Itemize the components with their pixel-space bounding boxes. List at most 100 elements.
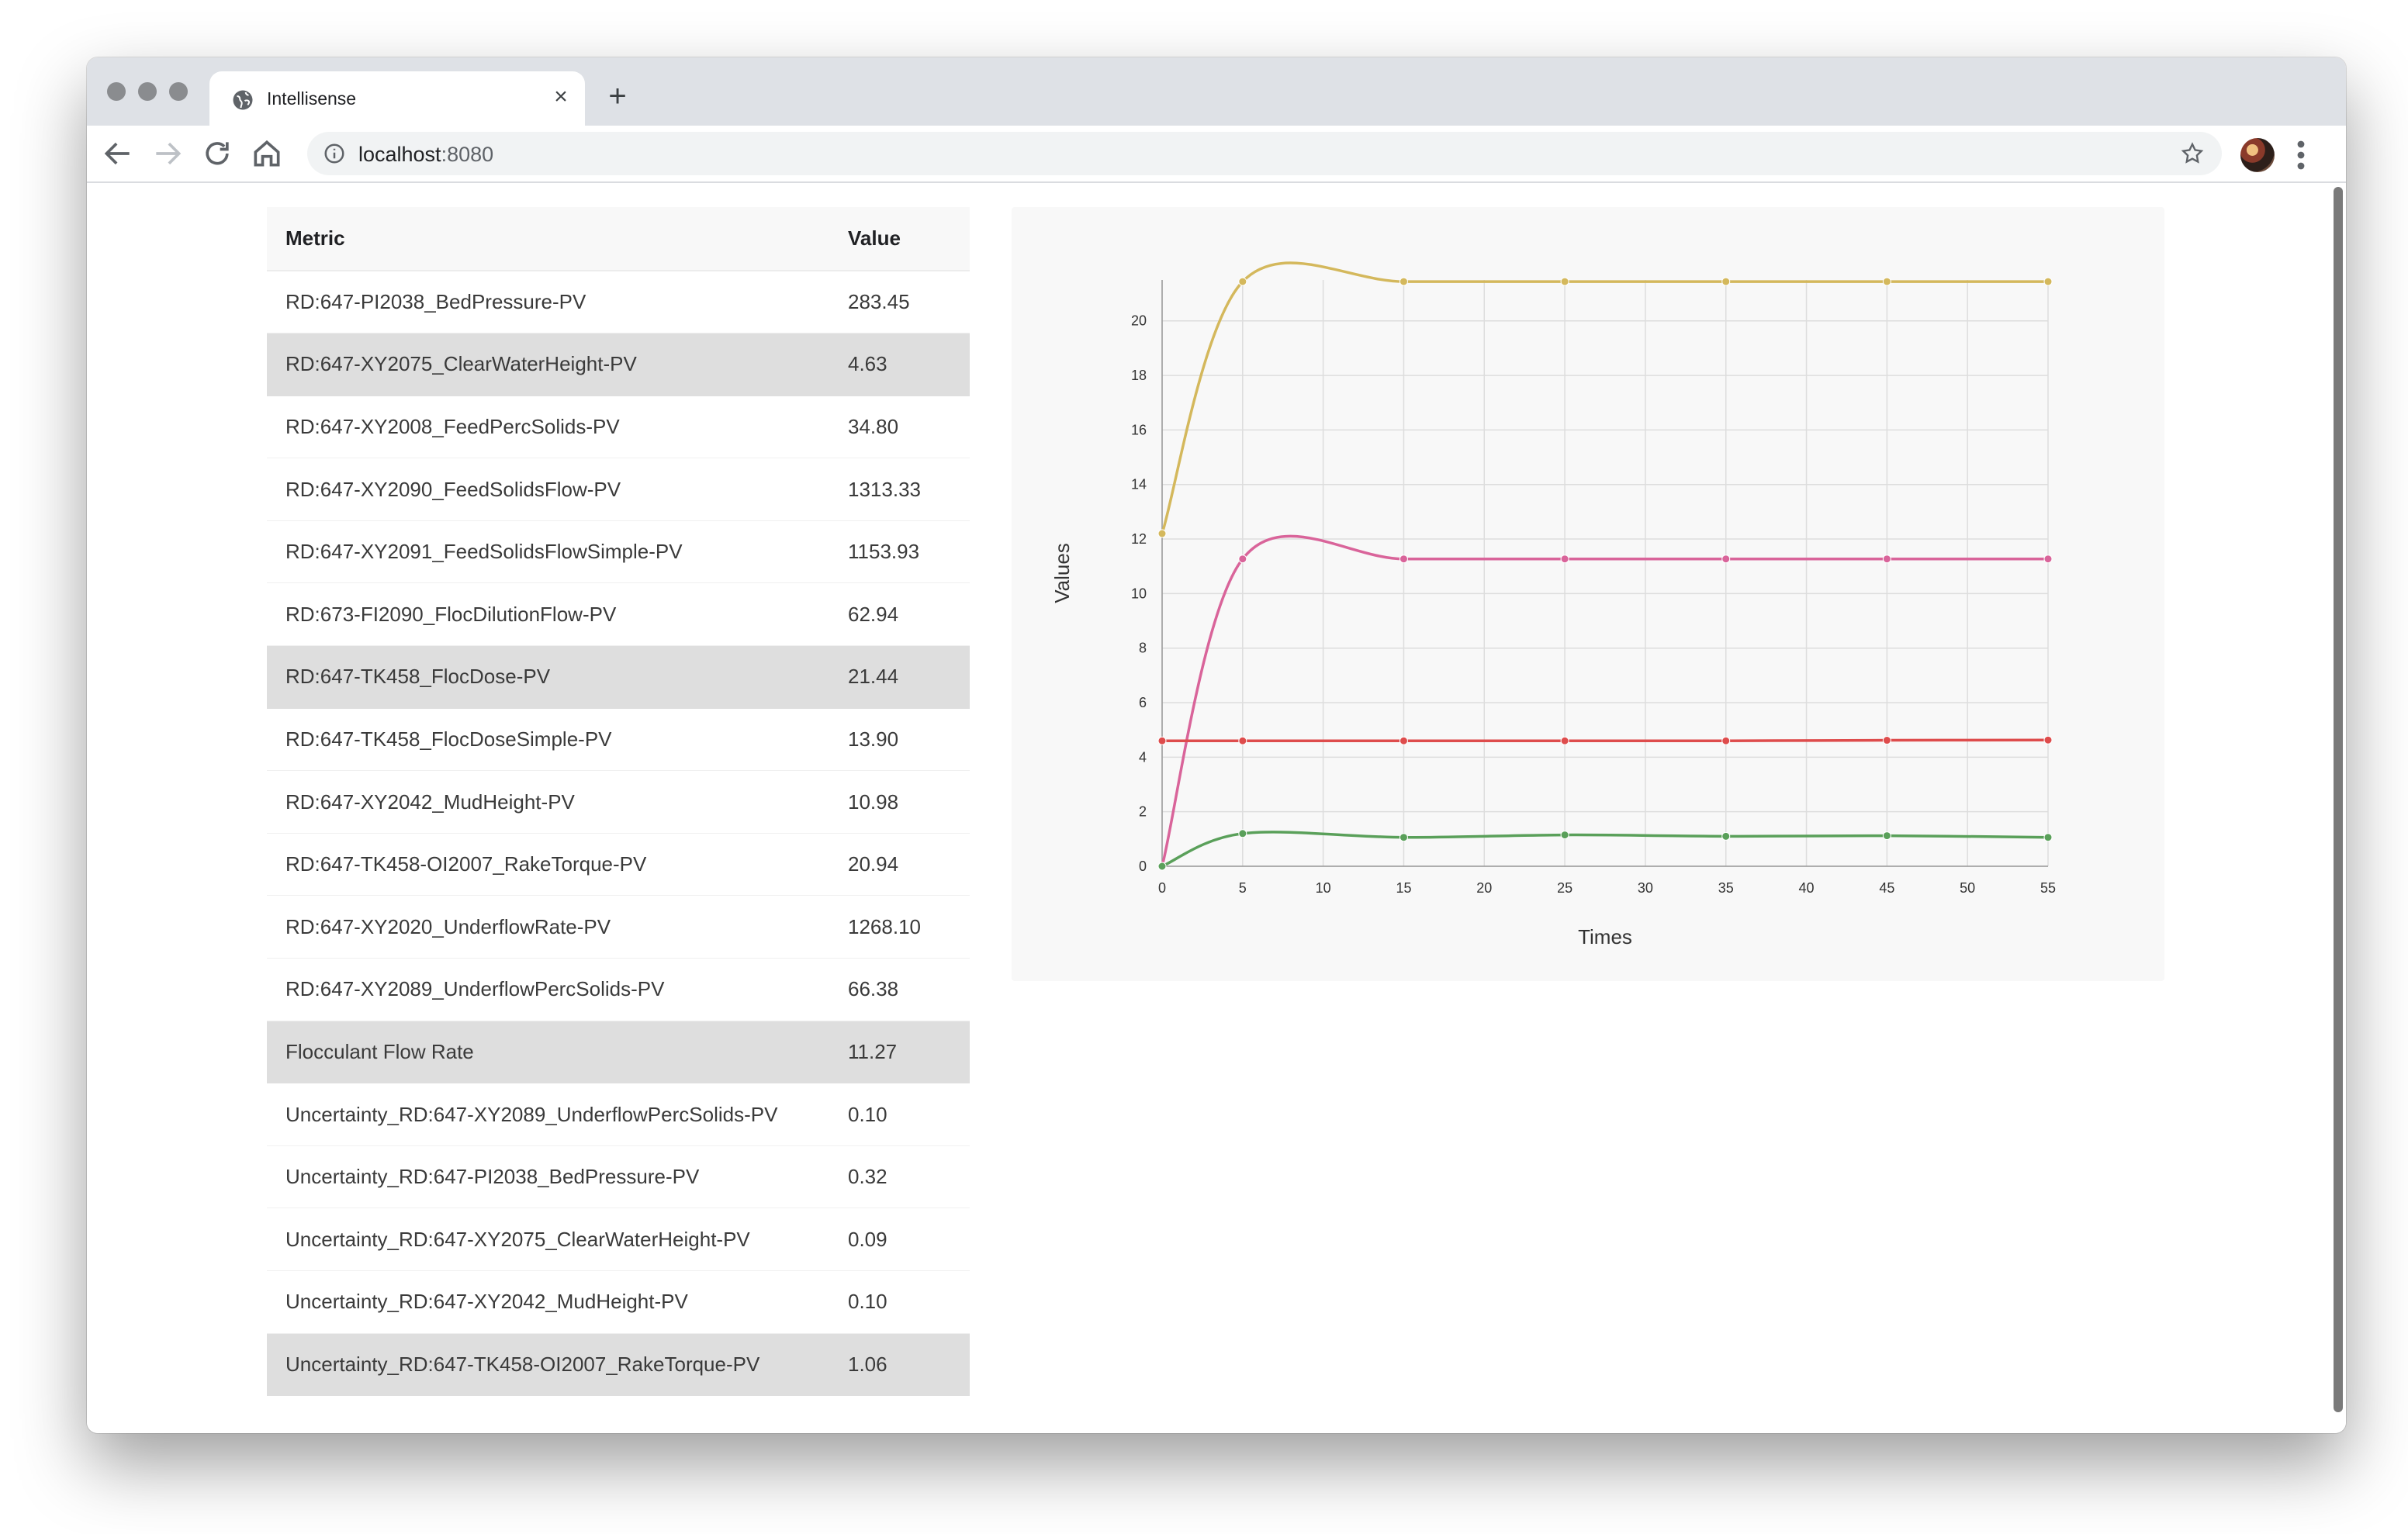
- x-tick-label: 5: [1239, 880, 1247, 896]
- data-point: [2043, 833, 2053, 842]
- column-header-value: Value: [829, 207, 970, 271]
- x-tick-label: 50: [1960, 880, 1975, 896]
- data-point: [1399, 555, 1408, 564]
- data-point: [2043, 735, 2053, 745]
- close-window-button[interactable]: [107, 82, 126, 101]
- back-arrow-icon[interactable]: [101, 136, 135, 171]
- series-line: [1161, 261, 2048, 534]
- y-tick-label: 12: [1131, 531, 1147, 547]
- data-point: [1399, 277, 1408, 286]
- profile-avatar[interactable]: [2240, 138, 2275, 172]
- y-tick-label: 2: [1139, 804, 1147, 820]
- table-row: Uncertainty_RD:647-XY2089_UnderflowPercS…: [267, 1083, 970, 1146]
- data-point: [1560, 736, 1569, 745]
- page-content: Metric Value RD:647-PI2038_BedPressure-P…: [87, 184, 2346, 1433]
- metric-name-cell: RD:647-XY2091_FeedSolidsFlowSimple-PV: [267, 520, 829, 584]
- maximize-window-button[interactable]: [169, 82, 188, 101]
- url-host: localhost: [358, 143, 441, 166]
- forward-arrow-icon[interactable]: [150, 136, 185, 171]
- data-point: [1238, 736, 1247, 745]
- y-tick-label: 18: [1131, 368, 1147, 383]
- metric-value-cell: 62.94: [829, 582, 970, 647]
- data-point: [1721, 831, 1731, 841]
- metric-name-cell: RD:647-XY2090_FeedSolidsFlow-PV: [267, 458, 829, 521]
- data-point: [1882, 555, 1891, 564]
- table-row: Uncertainty_RD:647-XY2075_ClearWaterHeig…: [267, 1208, 970, 1271]
- metric-value-cell: 1153.93: [829, 520, 970, 584]
- info-icon[interactable]: [323, 142, 346, 165]
- data-point: [1157, 529, 1167, 538]
- data-point: [2043, 277, 2053, 286]
- metric-value-cell: 0.10: [829, 1270, 970, 1334]
- table-row: RD:647-XY2020_UnderflowRate-PV 1268.10: [267, 895, 970, 959]
- metric-name-cell: Uncertainty_RD:647-PI2038_BedPressure-PV: [267, 1145, 829, 1209]
- x-tick-label: 55: [2040, 880, 2056, 896]
- close-tab-icon[interactable]: ×: [548, 84, 574, 110]
- new-tab-button[interactable]: +: [602, 81, 633, 113]
- metric-name-cell: Uncertainty_RD:647-XY2042_MudHeight-PV: [267, 1270, 829, 1334]
- tab-title: Intellisense: [267, 88, 357, 109]
- metric-name-cell: Uncertainty_RD:647-XY2089_UnderflowPercS…: [267, 1083, 829, 1146]
- vertical-scrollbar[interactable]: [2334, 187, 2343, 1412]
- url-port: :8080: [441, 143, 494, 166]
- minimize-window-button[interactable]: [138, 82, 157, 101]
- data-point: [1721, 277, 1731, 286]
- metric-value-cell: 20.94: [829, 833, 970, 897]
- y-tick-label: 14: [1131, 477, 1147, 492]
- data-point: [1560, 831, 1569, 840]
- metric-value-cell: 21.44: [829, 645, 970, 709]
- table-row: RD:647-TK458_FlocDoseSimple-PV 13.90: [267, 708, 970, 772]
- metric-value-cell: 4.63: [829, 333, 970, 396]
- data-point: [1238, 829, 1247, 838]
- metric-name-cell: RD:647-PI2038_BedPressure-PV: [267, 271, 829, 334]
- data-point: [1721, 736, 1731, 745]
- data-point: [1238, 277, 1247, 286]
- metric-value-cell: 0.32: [829, 1145, 970, 1209]
- data-point: [1882, 277, 1891, 286]
- table-row: RD:647-XY2008_FeedPercSolids-PV 34.80: [267, 396, 970, 459]
- y-tick-label: 20: [1131, 313, 1147, 329]
- table-row: Flocculant Flow Rate 11.27: [267, 1021, 970, 1084]
- series-line: [1161, 831, 2049, 868]
- metric-value-cell: 13.90: [829, 708, 970, 772]
- table-row: RD:647-TK458-OI2007_RakeTorque-PV 20.94: [267, 833, 970, 897]
- home-icon[interactable]: [250, 136, 284, 171]
- metric-value-cell: 283.45: [829, 271, 970, 334]
- y-tick-label: 16: [1131, 422, 1147, 437]
- line-chart-panel: 0 5 10 15 20 25 30 35 40 45 50 55 0 2 4 6 8 10 12 14 16 18 20 T…: [1012, 207, 2164, 981]
- x-tick-label: 10: [1316, 880, 1331, 896]
- metric-name-cell: Uncertainty_RD:647-XY2075_ClearWaterHeig…: [267, 1208, 829, 1271]
- url-text: localhost:8080: [358, 143, 493, 167]
- metric-value-cell: 0.09: [829, 1208, 970, 1271]
- metric-name-cell: RD:647-XY2042_MudHeight-PV: [267, 770, 829, 834]
- y-tick-label: 10: [1131, 586, 1147, 601]
- metric-name-cell: RD:647-XY2008_FeedPercSolids-PV: [267, 396, 829, 459]
- metric-value-cell: 1313.33: [829, 458, 970, 521]
- browser-toolbar: localhost:8080: [87, 126, 2346, 183]
- table-row: RD:673-FI2090_FlocDilutionFlow-PV 62.94: [267, 582, 970, 647]
- x-tick-label: 45: [1879, 880, 1894, 896]
- y-tick-label: 6: [1139, 695, 1147, 710]
- table-row: RD:647-XY2075_ClearWaterHeight-PV 4.63: [267, 333, 970, 396]
- metric-value-cell: 11.27: [829, 1021, 970, 1084]
- table-row: Uncertainty_RD:647-XY2042_MudHeight-PV 0.…: [267, 1270, 970, 1334]
- data-point: [1157, 862, 1167, 871]
- address-bar[interactable]: localhost:8080: [307, 132, 2222, 175]
- table-row: RD:647-XY2091_FeedSolidsFlowSimple-PV 115…: [267, 520, 970, 584]
- metric-name-cell: RD:647-TK458_FlocDoseSimple-PV: [267, 708, 829, 772]
- bookmark-star-icon[interactable]: [2180, 141, 2205, 166]
- browser-tab[interactable]: Intellisense ×: [209, 71, 585, 127]
- data-point: [1560, 277, 1569, 286]
- y-tick-label: 8: [1139, 641, 1147, 656]
- x-axis-title: Times: [1578, 925, 1632, 948]
- metric-name-cell: Uncertainty_RD:647-TK458-OI2007_RakeTorq…: [267, 1333, 829, 1397]
- data-point: [1882, 736, 1891, 745]
- reload-icon[interactable]: [200, 136, 234, 171]
- metric-value-cell: 0.10: [829, 1083, 970, 1146]
- data-point: [1882, 831, 1891, 841]
- more-options-icon[interactable]: [2296, 140, 2306, 171]
- data-point: [1157, 736, 1167, 745]
- data-point: [1399, 736, 1408, 745]
- metric-value-cell: 34.80: [829, 396, 970, 459]
- metric-name-cell: RD:673-FI2090_FlocDilutionFlow-PV: [267, 582, 829, 647]
